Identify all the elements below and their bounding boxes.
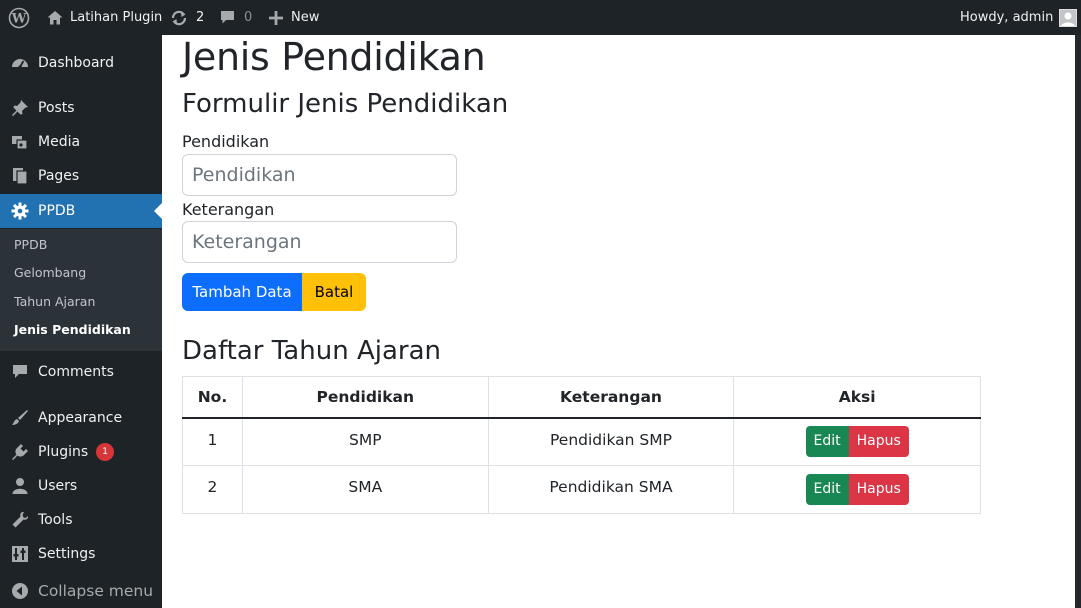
comments-count: 0 <box>244 10 253 25</box>
howdy-text: Howdy, admin <box>960 10 1054 25</box>
column-header-keterangan: Keterangan <box>487 376 735 419</box>
site-name: Latihan Plugin <box>70 10 163 25</box>
cell-pendidikan: SMA <box>241 465 489 514</box>
brush-icon <box>10 408 30 428</box>
sidebar-item-ppdb[interactable]: PPDB <box>0 194 162 228</box>
admin-bar: W Latihan Plugin 2 0 New Howdy, admin <box>0 0 1081 35</box>
sidebar-item-label: PPDB <box>38 203 76 219</box>
window-edge <box>1075 35 1081 608</box>
wordpress-logo[interactable]: W <box>8 0 30 35</box>
submenu-item-jenis-pendidikan[interactable]: Jenis Pendidikan <box>14 322 131 337</box>
sidebar-item-dashboard[interactable]: Dashboard <box>0 46 162 80</box>
hapus-button[interactable]: Hapus <box>848 474 909 505</box>
plugin-icon <box>10 442 30 462</box>
comment-icon <box>219 9 236 26</box>
sidebar-item-settings[interactable]: Settings <box>0 537 162 571</box>
form-title: Formulir Jenis Pendidikan <box>182 89 509 119</box>
pendidikan-input[interactable] <box>182 154 457 196</box>
new-label: New <box>291 10 320 25</box>
main-content: Jenis Pendidikan Formulir Jenis Pendidik… <box>162 35 1075 608</box>
comment-icon <box>10 362 30 382</box>
table-row: 2 SMA Pendidikan SMA Edit Hapus <box>182 465 981 514</box>
site-name-link[interactable]: Latihan Plugin <box>46 0 162 35</box>
sidebar-item-label: Tools <box>38 512 73 528</box>
updates-link[interactable]: 2 <box>170 0 204 35</box>
data-table: No. Pendidikan Keterangan Aksi 1 SMP Pen… <box>182 376 981 514</box>
tambah-data-button[interactable]: Tambah Data <box>182 273 302 311</box>
sidebar-item-label-wrap: Plugins 1 <box>38 443 115 461</box>
svg-text:W: W <box>11 11 27 26</box>
sidebar-item-label: Posts <box>38 100 75 116</box>
gear-icon <box>10 201 30 221</box>
sidebar-item-label: Settings <box>38 546 96 562</box>
avatar <box>1059 8 1078 27</box>
wrench-icon <box>10 510 30 530</box>
sidebar-item-label: Users <box>38 478 78 494</box>
cell-pendidikan: SMP <box>241 417 489 466</box>
edit-button[interactable]: Edit <box>805 474 849 505</box>
sidebar-item-appearance[interactable]: Appearance <box>0 401 162 435</box>
collapse-icon <box>10 581 30 601</box>
submenu-item-tahun-ajaran[interactable]: Tahun Ajaran <box>14 294 95 309</box>
comments-link[interactable]: 0 <box>219 0 252 35</box>
sidebar-item-label: Pages <box>38 168 80 184</box>
wordpress-icon: W <box>8 7 30 29</box>
table-header-row: No. Pendidikan Keterangan Aksi <box>182 376 981 419</box>
pendidikan-label: Pendidikan <box>182 132 270 151</box>
column-header-pendidikan: Pendidikan <box>241 376 489 419</box>
sidebar-item-label: Media <box>38 134 81 150</box>
list-title: Daftar Tahun Ajaran <box>182 336 441 366</box>
cell-no: 1 <box>182 417 243 466</box>
cell-keterangan: Pendidikan SMA <box>487 465 735 514</box>
updates-icon <box>170 9 188 27</box>
sidebar-item-posts[interactable]: Posts <box>0 91 162 125</box>
admin-sidebar: Dashboard Posts Media Pages PPDB PPDB Ge… <box>0 35 162 608</box>
column-header-no: No. <box>182 376 243 419</box>
cell-actions: Edit Hapus <box>733 465 981 514</box>
column-header-aksi: Aksi <box>733 376 981 419</box>
plus-icon <box>268 10 284 26</box>
collapse-menu-label: Collapse menu <box>38 582 154 600</box>
sidebar-item-comments[interactable]: Comments <box>0 355 162 389</box>
collapse-menu-button[interactable]: Collapse menu <box>0 574 162 608</box>
updates-count: 2 <box>196 10 205 25</box>
keterangan-input[interactable] <box>182 221 457 263</box>
cell-actions: Edit Hapus <box>733 417 981 466</box>
batal-button[interactable]: Batal <box>302 273 366 311</box>
sidebar-item-users[interactable]: Users <box>0 469 162 503</box>
keterangan-label: Keterangan <box>182 200 275 219</box>
update-count-badge: 1 <box>96 443 115 461</box>
sidebar-item-label: Appearance <box>38 410 123 426</box>
pin-icon <box>10 98 30 118</box>
sidebar-item-label: Plugins <box>38 444 89 460</box>
ppdb-submenu: PPDB Gelombang Tahun Ajaran Jenis Pendid… <box>0 229 162 351</box>
edit-button[interactable]: Edit <box>805 426 849 458</box>
cell-no: 2 <box>182 465 243 514</box>
hapus-button[interactable]: Hapus <box>848 426 909 458</box>
cell-keterangan: Pendidikan SMP <box>487 417 735 466</box>
home-icon <box>46 9 64 27</box>
dashboard-icon <box>10 53 30 73</box>
pages-icon <box>10 166 30 186</box>
submenu-item-gelombang[interactable]: Gelombang <box>14 265 86 280</box>
sidebar-item-label: Dashboard <box>38 55 114 71</box>
sidebar-item-label: Comments <box>38 364 114 380</box>
user-icon <box>10 476 30 496</box>
my-account[interactable]: Howdy, admin <box>960 0 1078 35</box>
sidebar-item-tools[interactable]: Tools <box>0 503 162 537</box>
table-row: 1 SMP Pendidikan SMP Edit Hapus <box>182 417 981 466</box>
submenu-item-ppdb[interactable]: PPDB <box>14 237 47 252</box>
new-content-link[interactable]: New <box>268 0 319 35</box>
settings-icon <box>10 544 30 564</box>
page-title: Jenis Pendidikan <box>182 35 486 79</box>
sidebar-item-plugins[interactable]: Plugins 1 <box>0 435 162 469</box>
sidebar-item-pages[interactable]: Pages <box>0 159 162 193</box>
media-icon <box>10 132 30 152</box>
sidebar-item-media[interactable]: Media <box>0 125 162 159</box>
